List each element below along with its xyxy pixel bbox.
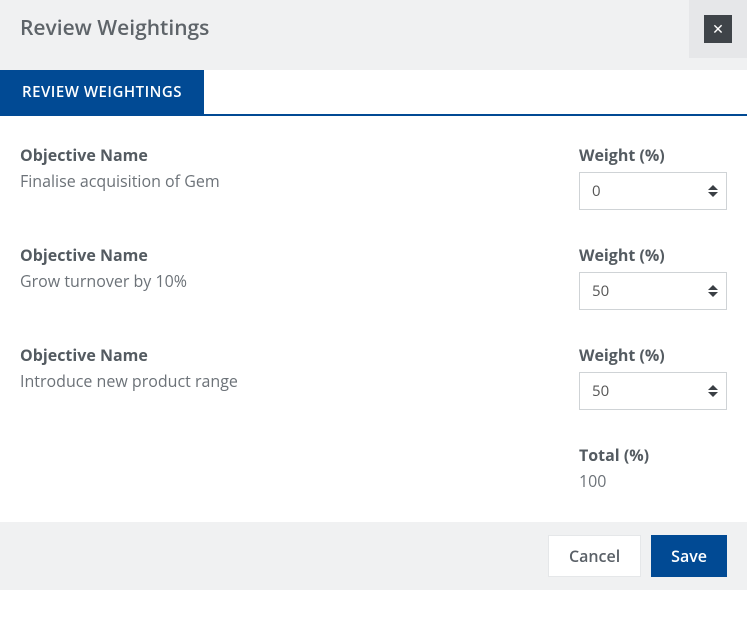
dialog-content: Objective Name Finalise acquisition of G… — [0, 116, 747, 522]
close-icon: ✕ — [712, 22, 724, 36]
weight-input[interactable] — [579, 172, 727, 210]
weight-input[interactable] — [579, 372, 727, 410]
close-button[interactable]: ✕ — [704, 15, 732, 43]
objective-name-label: Objective Name — [20, 244, 549, 266]
tab-bar: REVIEW WEIGHTINGS — [0, 70, 747, 116]
review-weightings-dialog: Review Weightings ✕ REVIEW WEIGHTINGS Ob… — [0, 0, 747, 590]
objective-left: Objective Name Finalise acquisition of G… — [20, 144, 579, 210]
tab-review-weightings[interactable]: REVIEW WEIGHTINGS — [0, 70, 204, 114]
weight-label: Weight (%) — [579, 344, 727, 366]
weight-input-wrap — [579, 372, 727, 410]
objective-left: Objective Name Introduce new product ran… — [20, 344, 579, 410]
objective-name-label: Objective Name — [20, 144, 549, 166]
objective-right: Weight (%) — [579, 344, 727, 410]
objective-row: Objective Name Finalise acquisition of G… — [20, 144, 727, 210]
weight-label: Weight (%) — [579, 244, 727, 266]
objective-right: Weight (%) — [579, 244, 727, 310]
objective-left: Objective Name Grow turnover by 10% — [20, 244, 579, 310]
cancel-button[interactable]: Cancel — [548, 535, 641, 577]
total-label: Total (%) — [579, 444, 727, 466]
weight-input[interactable] — [579, 272, 727, 310]
objective-row: Objective Name Introduce new product ran… — [20, 344, 727, 410]
weight-input-wrap — [579, 172, 727, 210]
objective-row: Objective Name Grow turnover by 10% Weig… — [20, 244, 727, 310]
objective-right: Weight (%) — [579, 144, 727, 210]
dialog-header: Review Weightings ✕ — [0, 0, 747, 70]
close-button-wrap: ✕ — [689, 0, 747, 58]
total-row: Total (%) 100 — [20, 444, 727, 492]
dialog-title: Review Weightings — [20, 14, 727, 42]
objective-name-label: Objective Name — [20, 344, 549, 366]
weight-input-wrap — [579, 272, 727, 310]
total-value: 100 — [579, 470, 727, 492]
dialog-footer: Cancel Save — [0, 522, 747, 590]
objective-name-value: Introduce new product range — [20, 370, 549, 392]
total-block: Total (%) 100 — [579, 444, 727, 492]
weight-label: Weight (%) — [579, 144, 727, 166]
objective-name-value: Finalise acquisition of Gem — [20, 170, 549, 192]
save-button[interactable]: Save — [651, 535, 727, 577]
objective-name-value: Grow turnover by 10% — [20, 270, 549, 292]
